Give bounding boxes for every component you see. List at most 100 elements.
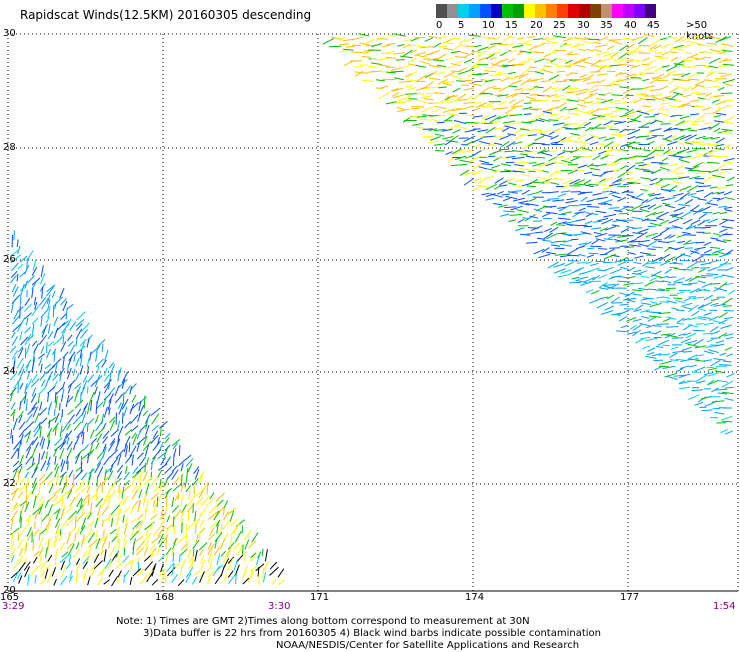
wind-vector bbox=[522, 174, 530, 176]
wind-vector bbox=[419, 119, 431, 120]
wind-vector bbox=[555, 116, 564, 120]
wind-vector bbox=[489, 52, 500, 55]
wind-vector bbox=[714, 121, 724, 123]
wind-vector bbox=[194, 569, 201, 576]
wind-vector bbox=[396, 60, 405, 61]
wind-vector bbox=[464, 59, 472, 62]
wind-vector bbox=[457, 94, 466, 100]
wind-vector bbox=[614, 210, 622, 211]
wind-vector bbox=[63, 357, 65, 369]
wind-vector bbox=[574, 110, 586, 114]
wind-vector bbox=[658, 58, 669, 59]
wind-vector bbox=[39, 496, 44, 502]
wind-vector bbox=[691, 92, 700, 93]
wind-vector bbox=[481, 149, 489, 150]
wind-vector bbox=[715, 389, 727, 390]
wind-vector bbox=[640, 189, 647, 190]
wind-vector bbox=[173, 485, 180, 491]
wind-vector bbox=[634, 149, 643, 150]
wind-vector bbox=[642, 58, 650, 61]
wind-vector bbox=[590, 72, 601, 73]
wind-vector bbox=[104, 457, 110, 465]
wind-vector bbox=[270, 562, 277, 569]
wind-vector bbox=[406, 86, 413, 87]
wind-vector bbox=[26, 318, 28, 325]
wind-vector bbox=[158, 470, 162, 478]
wind-vector bbox=[224, 501, 228, 509]
wind-vector bbox=[474, 103, 482, 104]
wind-vector bbox=[714, 128, 720, 132]
wind-vector bbox=[692, 256, 703, 262]
wind-vector bbox=[453, 88, 461, 92]
wind-vector bbox=[605, 93, 612, 95]
wind-vector bbox=[580, 75, 588, 78]
wind-vector bbox=[647, 352, 654, 354]
wind-vector bbox=[573, 169, 585, 171]
wind-vector bbox=[18, 246, 20, 254]
wind-vector bbox=[146, 500, 149, 513]
wind-vector bbox=[451, 165, 462, 166]
wind-vector bbox=[364, 52, 371, 54]
wind-vector bbox=[54, 317, 58, 326]
wind-vector bbox=[640, 253, 651, 255]
wind-vector bbox=[641, 64, 650, 65]
wind-vector bbox=[558, 274, 570, 277]
wind-vector bbox=[586, 185, 594, 186]
wind-vector bbox=[648, 50, 656, 52]
wind-vector bbox=[19, 429, 25, 437]
wind-vector bbox=[620, 304, 629, 305]
wind-vector bbox=[343, 49, 353, 50]
wind-vector bbox=[200, 569, 209, 576]
wind-vector bbox=[409, 58, 417, 62]
wind-vector bbox=[683, 95, 692, 97]
wind-vector bbox=[96, 490, 97, 502]
wind-vector bbox=[650, 262, 662, 263]
wind-vector bbox=[195, 550, 197, 561]
wind-vector bbox=[102, 506, 109, 515]
wind-vector bbox=[626, 44, 635, 50]
wind-vector bbox=[577, 65, 586, 67]
wind-vector bbox=[125, 466, 127, 474]
wind-vector bbox=[424, 99, 434, 100]
wind-vector bbox=[723, 64, 734, 65]
wind-vector bbox=[665, 171, 676, 172]
wind-vector bbox=[666, 327, 678, 328]
wind-vector bbox=[526, 97, 536, 100]
wind-vector bbox=[644, 34, 655, 37]
wind-vector bbox=[617, 276, 629, 278]
wind-vector bbox=[668, 241, 676, 243]
wind-vector bbox=[199, 543, 207, 551]
wind-vector bbox=[589, 135, 599, 138]
wind-vector bbox=[431, 119, 439, 121]
wind-vector bbox=[625, 38, 634, 39]
wind-vector bbox=[391, 67, 403, 70]
wind-vector bbox=[626, 165, 635, 171]
wind-vector bbox=[698, 221, 705, 225]
wind-vector bbox=[677, 143, 685, 145]
wind-vector bbox=[484, 71, 496, 72]
wind-vector bbox=[41, 514, 47, 522]
wind-vector bbox=[41, 364, 43, 372]
wind-vector bbox=[122, 496, 128, 505]
wind-vector bbox=[662, 158, 668, 162]
wind-vector bbox=[81, 392, 82, 402]
wind-vector bbox=[594, 232, 602, 234]
wind-vector bbox=[137, 453, 143, 459]
wind-vector bbox=[91, 438, 97, 444]
wind-vector bbox=[392, 92, 399, 96]
wind-vector bbox=[32, 318, 38, 324]
wind-vector bbox=[612, 84, 620, 85]
wind-vector bbox=[722, 50, 732, 51]
wind-vector bbox=[182, 522, 183, 533]
wind-vector bbox=[125, 421, 131, 428]
wind-vector bbox=[132, 455, 133, 466]
wind-vector bbox=[174, 509, 181, 519]
wind-vector bbox=[17, 274, 18, 282]
wind-vector bbox=[54, 536, 55, 548]
latitude-label: 30 bbox=[3, 28, 16, 39]
wind-vector bbox=[61, 314, 67, 320]
wind-vector bbox=[102, 546, 103, 556]
wind-vector bbox=[558, 152, 565, 155]
wind-vector bbox=[722, 227, 733, 229]
wind-vector bbox=[473, 170, 483, 175]
